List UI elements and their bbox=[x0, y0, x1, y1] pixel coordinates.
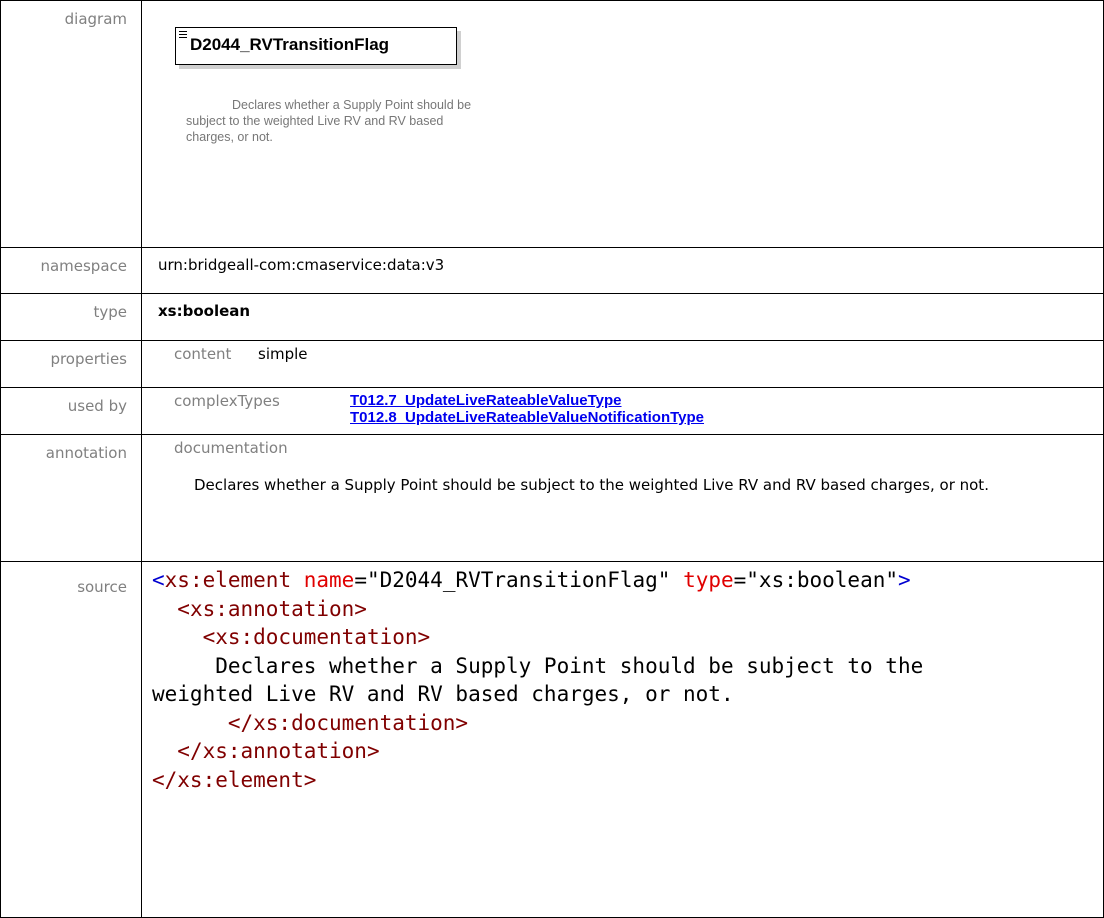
row-type: type xs:boolean bbox=[0, 293, 1104, 341]
row-source: source <xs:element name="D2044_RVTransit… bbox=[0, 561, 1104, 918]
annotation-text: Declares whether a Supply Point should b… bbox=[194, 476, 989, 494]
label-source: source bbox=[0, 561, 142, 918]
row-properties: properties content simple bbox=[0, 340, 1104, 388]
row-annotation: annotation documentation Declares whethe… bbox=[0, 434, 1104, 562]
used-by-link-t012-7[interactable]: T012.7_UpdateLiveRateableValueType bbox=[350, 392, 704, 409]
used-by-link-t012-8[interactable]: T012.8_UpdateLiveRateableValueNotificati… bbox=[350, 409, 704, 426]
source-line-documentation-open: <xs:documentation> bbox=[202, 625, 431, 649]
label-properties: properties bbox=[0, 340, 142, 388]
row-used-by: used by complexTypes T012.7_UpdateLiveRa… bbox=[0, 387, 1104, 435]
label-namespace: namespace bbox=[0, 247, 142, 294]
element-diagram-box[interactable]: D2044_RVTransitionFlag bbox=[175, 27, 457, 65]
source-line-element-close: </xs:element> bbox=[152, 767, 317, 792]
element-doc-table: diagram namespace urn:bridgeall-com:cmas… bbox=[0, 0, 1104, 918]
diagram-element-name: D2044_RVTransitionFlag bbox=[190, 35, 390, 54]
properties-key: content bbox=[174, 345, 232, 363]
annotation-key: documentation bbox=[174, 439, 288, 457]
label-annotation: annotation bbox=[0, 434, 142, 562]
properties-value: simple bbox=[258, 345, 308, 363]
type-value: xs:boolean bbox=[158, 302, 251, 320]
source-code: <xs:element name="D2044_RVTransitionFlag… bbox=[152, 568, 924, 792]
namespace-value: urn:bridgeall-com:cmaservice:data:v3 bbox=[158, 256, 445, 274]
source-line-annotation-open: <xs:annotation> bbox=[177, 596, 367, 621]
source-line-documentation-close: </xs:documentation> bbox=[227, 710, 469, 735]
row-namespace: namespace urn:bridgeall-com:cmaservice:d… bbox=[0, 247, 1104, 294]
element-content-icon bbox=[179, 31, 188, 40]
label-diagram: diagram bbox=[0, 0, 142, 248]
diagram-documentation: Declares whether a Supply Point should b… bbox=[186, 98, 472, 144]
label-used-by: used by bbox=[0, 387, 142, 435]
row-diagram: diagram bbox=[0, 0, 1104, 248]
source-line-doc-text-2: weighted Live RV and RV based charges, o… bbox=[152, 682, 734, 706]
used-by-key: complexTypes bbox=[174, 392, 280, 410]
label-type: type bbox=[0, 293, 142, 341]
source-line-annotation-close: </xs:annotation> bbox=[177, 739, 380, 763]
source-line-doc-text-1: Declares whether a Supply Point should b… bbox=[152, 653, 924, 678]
